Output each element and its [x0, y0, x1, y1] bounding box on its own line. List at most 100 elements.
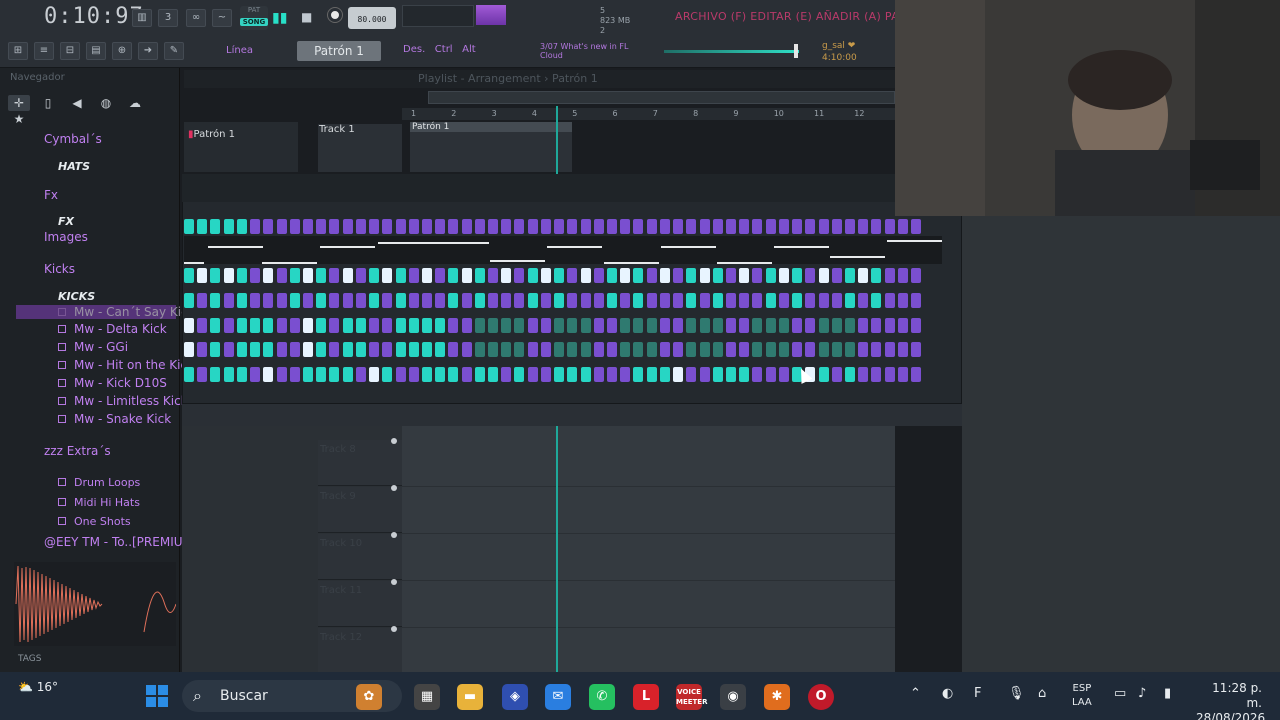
step-button[interactable] [778, 268, 789, 283]
step-button[interactable] [897, 342, 908, 357]
step-button[interactable] [897, 293, 908, 308]
step-button[interactable] [818, 342, 829, 357]
step-button[interactable] [316, 367, 327, 382]
whatsapp-icon[interactable]: ✆ [589, 684, 615, 710]
step-button[interactable] [289, 293, 300, 308]
step-button[interactable] [673, 268, 684, 283]
fl-studio-icon[interactable]: ✱ [764, 684, 790, 710]
step-button[interactable] [329, 293, 340, 308]
browser-item[interactable]: Mw - Can´t Say Kick [16, 305, 195, 319]
step-button[interactable] [488, 367, 499, 382]
piano-icon[interactable]: ▥ [132, 9, 152, 27]
step-button[interactable] [673, 342, 684, 357]
step-button[interactable] [607, 293, 617, 308]
step-button[interactable] [184, 367, 194, 382]
tempo-display[interactable]: 80.000 [348, 7, 396, 29]
step-button[interactable] [593, 268, 604, 283]
step-button[interactable] [911, 342, 922, 357]
step-button[interactable] [289, 318, 300, 333]
step-button[interactable] [699, 318, 710, 333]
step-button[interactable] [236, 268, 247, 283]
step-button[interactable] [752, 268, 763, 283]
step-button[interactable] [355, 342, 366, 357]
step-button[interactable] [448, 293, 459, 308]
step-button[interactable] [858, 367, 869, 382]
tags-label[interactable]: TAGS [18, 654, 41, 664]
channel-rack-icon[interactable]: ≡ [34, 42, 54, 60]
step-button[interactable] [263, 367, 274, 382]
step-button[interactable] [831, 293, 842, 308]
step-button[interactable] [250, 219, 261, 234]
step-button[interactable] [316, 268, 327, 283]
step-button[interactable] [236, 367, 247, 382]
browser-item[interactable]: Mw - Kick D10S [58, 376, 167, 390]
volume-icon[interactable]: ♪ [1138, 686, 1146, 701]
app-icon[interactable]: ◈ [502, 684, 528, 710]
folder-icon[interactable]: ▬ [457, 684, 483, 710]
step-button[interactable] [514, 219, 525, 234]
plugin-icon[interactable]: ⊕ [112, 42, 132, 60]
step-button[interactable] [884, 342, 895, 357]
flowers-icon[interactable]: ✿ [356, 684, 382, 710]
voicemeeter-icon[interactable]: VOICE MEETER [676, 684, 707, 710]
step-button[interactable] [488, 219, 499, 234]
step-button[interactable] [395, 367, 406, 382]
step-button[interactable] [461, 367, 472, 382]
step-button[interactable] [355, 219, 366, 234]
step-button[interactable] [302, 293, 313, 308]
step-button[interactable] [342, 219, 353, 234]
step-button[interactable] [752, 367, 763, 382]
step-button[interactable] [554, 318, 565, 333]
browser-item[interactable]: Images [44, 230, 88, 244]
step-button[interactable] [355, 367, 366, 382]
globe-icon[interactable]: ◍ [95, 95, 117, 111]
step-button[interactable] [752, 219, 763, 234]
step-button[interactable] [646, 367, 657, 382]
step-button[interactable] [884, 367, 895, 382]
step-button[interactable] [844, 219, 855, 234]
store-icon[interactable]: ▦ [414, 684, 440, 710]
step-button[interactable] [725, 367, 736, 382]
pat-song-toggle[interactable]: PAT SONG [240, 6, 268, 30]
step-button[interactable] [646, 219, 657, 234]
step-button[interactable] [263, 293, 274, 308]
step-button[interactable] [210, 367, 221, 382]
wave-icon[interactable]: ~ [212, 9, 232, 27]
step-button[interactable] [567, 367, 578, 382]
step-button[interactable] [844, 293, 855, 308]
step-button[interactable] [540, 342, 551, 357]
step-button[interactable] [554, 219, 565, 234]
step-button[interactable] [739, 367, 750, 382]
step-button[interactable] [778, 293, 789, 308]
track-header[interactable]: Track 11 [318, 581, 402, 627]
step-button[interactable] [421, 268, 432, 283]
step-button[interactable] [395, 342, 406, 357]
track-mute-led[interactable] [391, 532, 397, 538]
track-mute-led[interactable] [391, 626, 397, 632]
step-button[interactable] [792, 342, 803, 357]
step-button[interactable] [567, 342, 578, 357]
step-button[interactable] [831, 318, 842, 333]
step-button[interactable] [435, 318, 446, 333]
step-button[interactable] [659, 318, 670, 333]
master-volume-knob[interactable] [794, 44, 798, 58]
step-button[interactable] [739, 318, 750, 333]
step-button[interactable] [514, 268, 525, 283]
step-button[interactable] [765, 268, 776, 283]
step-button[interactable] [844, 268, 855, 283]
step-button[interactable] [699, 268, 710, 283]
step-button[interactable] [329, 219, 340, 234]
step-button[interactable] [831, 219, 842, 234]
step-button[interactable] [369, 293, 380, 308]
track-mute-led[interactable] [391, 438, 397, 444]
step-button[interactable] [554, 268, 565, 283]
step-button[interactable] [818, 219, 829, 234]
step-button[interactable] [369, 342, 380, 357]
step-button[interactable] [395, 219, 406, 234]
tray-app-icon[interactable]: ◐ [942, 686, 953, 701]
step-button[interactable] [765, 318, 776, 333]
step-button[interactable] [620, 293, 631, 308]
step-button[interactable] [302, 318, 313, 333]
step-button[interactable] [831, 268, 842, 283]
step-button[interactable] [289, 342, 300, 357]
